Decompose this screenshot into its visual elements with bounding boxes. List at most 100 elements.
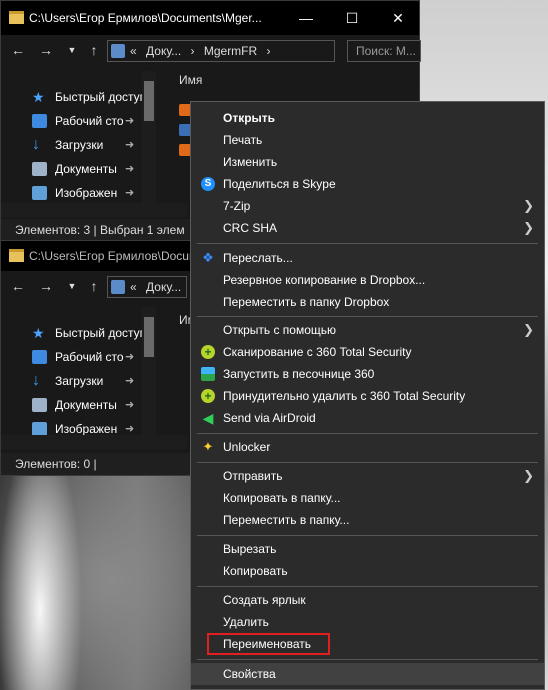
menu-item-dropbox-backup[interactable]: Резервное копирование в Dropbox... [191, 269, 544, 291]
vertical-scrollbar[interactable] [142, 307, 156, 443]
sidebar-item-label: Загрузки [55, 374, 104, 388]
menu-item-copy-to-folder[interactable]: Копировать в папку... [191, 487, 544, 509]
forward-arrow-icon[interactable]: → [37, 41, 55, 59]
breadcrumb-overflow[interactable]: « [130, 44, 137, 58]
menu-item-label: Копировать [223, 564, 288, 578]
menu-item-move-to-folder[interactable]: Переместить в папку... [191, 509, 544, 531]
address-bar[interactable]: « Доку... › MgermFR › [107, 40, 335, 62]
breadcrumb-documents[interactable]: Доку... [146, 44, 181, 58]
navigation-bar: ← → ▼ ↑ « Доку... › MgermFR › Поиск: M..… [1, 35, 421, 65]
pin-icon: ➜ [125, 187, 135, 199]
menu-item-360-force-delete[interactable]: + Принудительно удалить с 360 Total Secu… [191, 385, 544, 407]
maximize-button[interactable]: ☐ [329, 1, 375, 35]
menu-item-create-shortcut[interactable]: Создать ярлык [191, 589, 544, 611]
sidebar-item-documents[interactable]: Документы ➜ [1, 393, 159, 417]
menu-item-360-scan[interactable]: + Сканирование с 360 Total Security [191, 341, 544, 363]
sidebar-item-label: Быстрый доступ [55, 90, 147, 104]
sidebar-item-label: Документы [55, 162, 117, 176]
menu-item-7zip[interactable]: 7-Zip ❯ [191, 195, 544, 217]
menu-item-airdroid[interactable]: ◀ Send via AirDroid [191, 407, 544, 429]
breadcrumb-separator[interactable]: › [267, 44, 271, 58]
menu-item-send-to[interactable]: Отправить ❯ [191, 465, 544, 487]
menu-item-open[interactable]: Открыть [191, 107, 544, 129]
menu-item-label: Сканирование с 360 Total Security [223, 345, 412, 359]
sidebar-item-desktop[interactable]: Рабочий сто ➜ [1, 345, 159, 369]
chevron-right-icon: ❯ [523, 198, 534, 213]
airdroid-icon: ◀ [202, 410, 214, 426]
up-arrow-icon[interactable]: ↑ [85, 277, 103, 295]
breadcrumb-documents[interactable]: Доку... [146, 280, 181, 294]
menu-separator [197, 316, 538, 317]
sidebar-item-desktop[interactable]: Рабочий сто ➜ [1, 109, 159, 133]
menu-separator [197, 462, 538, 463]
breadcrumb-overflow[interactable]: « [130, 280, 137, 294]
sidebar-item-downloads[interactable]: ↓ Загрузки ➜ [1, 133, 159, 157]
menu-item-edit[interactable]: Изменить [191, 151, 544, 173]
menu-item-label: CRC SHA [223, 221, 278, 235]
menu-item-label: Переместить в папку Dropbox [223, 295, 390, 309]
up-arrow-icon[interactable]: ↑ [85, 41, 103, 59]
documents-icon [32, 162, 47, 176]
menu-item-label: Удалить [223, 615, 269, 629]
horizontal-scrollbar[interactable] [1, 203, 187, 217]
menu-item-dropbox-move[interactable]: Переместить в папку Dropbox [191, 291, 544, 313]
menu-item-label: Создать ярлык [223, 593, 306, 607]
address-folder-icon [111, 44, 125, 58]
menu-item-print[interactable]: Печать [191, 129, 544, 151]
recent-locations-icon[interactable]: ▼ [63, 41, 81, 59]
menu-item-crc-sha[interactable]: CRC SHA ❯ [191, 217, 544, 239]
menu-item-unlocker[interactable]: ✦ Unlocker [191, 436, 544, 458]
minimize-button[interactable]: — [283, 1, 329, 35]
pin-icon: ➜ [125, 351, 135, 363]
menu-item-properties[interactable]: Свойства [191, 663, 544, 685]
menu-item-label: Изменить [223, 155, 278, 169]
address-bar[interactable]: « Доку... [107, 276, 187, 298]
column-header-name[interactable]: Имя [179, 73, 202, 87]
menu-item-share-skype[interactable]: S Поделиться в Skype [191, 173, 544, 195]
vertical-scrollbar[interactable] [142, 71, 156, 211]
back-arrow-icon[interactable]: ← [9, 277, 27, 295]
menu-item-cut[interactable]: Вырезать [191, 538, 544, 560]
menu-item-label: Свойства [223, 667, 276, 681]
title-bar[interactable]: C:\Users\Егор Ермилов\Documents\Mger... … [1, 1, 419, 35]
back-arrow-icon[interactable]: ← [9, 41, 27, 59]
folder-icon [9, 11, 24, 24]
sidebar-item-label: Документы [55, 398, 117, 412]
menu-separator [197, 243, 538, 244]
menu-item-open-with[interactable]: Открыть с помощью ❯ [191, 319, 544, 341]
menu-item-copy[interactable]: Копировать [191, 560, 544, 582]
desktop-icon [32, 350, 47, 364]
horizontal-scrollbar[interactable] [1, 435, 187, 449]
navigation-pane: ★ Быстрый доступ Рабочий сто ➜ ↓ Загрузк… [1, 321, 159, 441]
menu-item-label: Открыть [223, 111, 276, 125]
breadcrumb-mgermfr[interactable]: MgermFR [204, 44, 257, 58]
breadcrumb-separator[interactable]: › [191, 44, 195, 58]
menu-item-label: Печать [223, 133, 263, 147]
address-folder-icon [111, 280, 125, 294]
star-icon: ★ [32, 89, 45, 105]
pin-icon: ➜ [125, 399, 135, 411]
sidebar-item-documents[interactable]: Документы ➜ [1, 157, 159, 181]
desktop-icon [32, 114, 47, 128]
chevron-right-icon: ❯ [523, 468, 534, 483]
rename-highlight-frame [207, 633, 330, 655]
sidebar-item-label: Быстрый доступ [55, 326, 147, 340]
chevron-right-icon: ❯ [523, 322, 534, 337]
menu-item-dropbox-send[interactable]: ❖ Переслать... [191, 247, 544, 269]
sidebar-item-quick-access[interactable]: ★ Быстрый доступ [1, 321, 159, 345]
sidebar-item-label: Изображен [55, 186, 118, 200]
context-menu: Открыть Печать Изменить S Поделиться в S… [190, 101, 545, 690]
menu-item-360-sandbox[interactable]: Запустить в песочнице 360 [191, 363, 544, 385]
close-button[interactable]: ✕ [375, 1, 421, 35]
menu-separator [197, 586, 538, 587]
scrollbar-thumb[interactable] [144, 317, 154, 357]
forward-arrow-icon[interactable]: → [37, 277, 55, 295]
scrollbar-thumb[interactable] [144, 81, 154, 121]
recent-locations-icon[interactable]: ▼ [63, 277, 81, 295]
menu-item-delete[interactable]: Удалить [191, 611, 544, 633]
menu-item-label: Поделиться в Skype [223, 177, 336, 191]
sidebar-item-quick-access[interactable]: ★ Быстрый доступ [1, 85, 159, 109]
sidebar-item-downloads[interactable]: ↓ Загрузки ➜ [1, 369, 159, 393]
sidebar-item-pictures[interactable]: Изображен ➜ [1, 181, 159, 205]
search-input[interactable]: Поиск: M... [347, 40, 421, 62]
